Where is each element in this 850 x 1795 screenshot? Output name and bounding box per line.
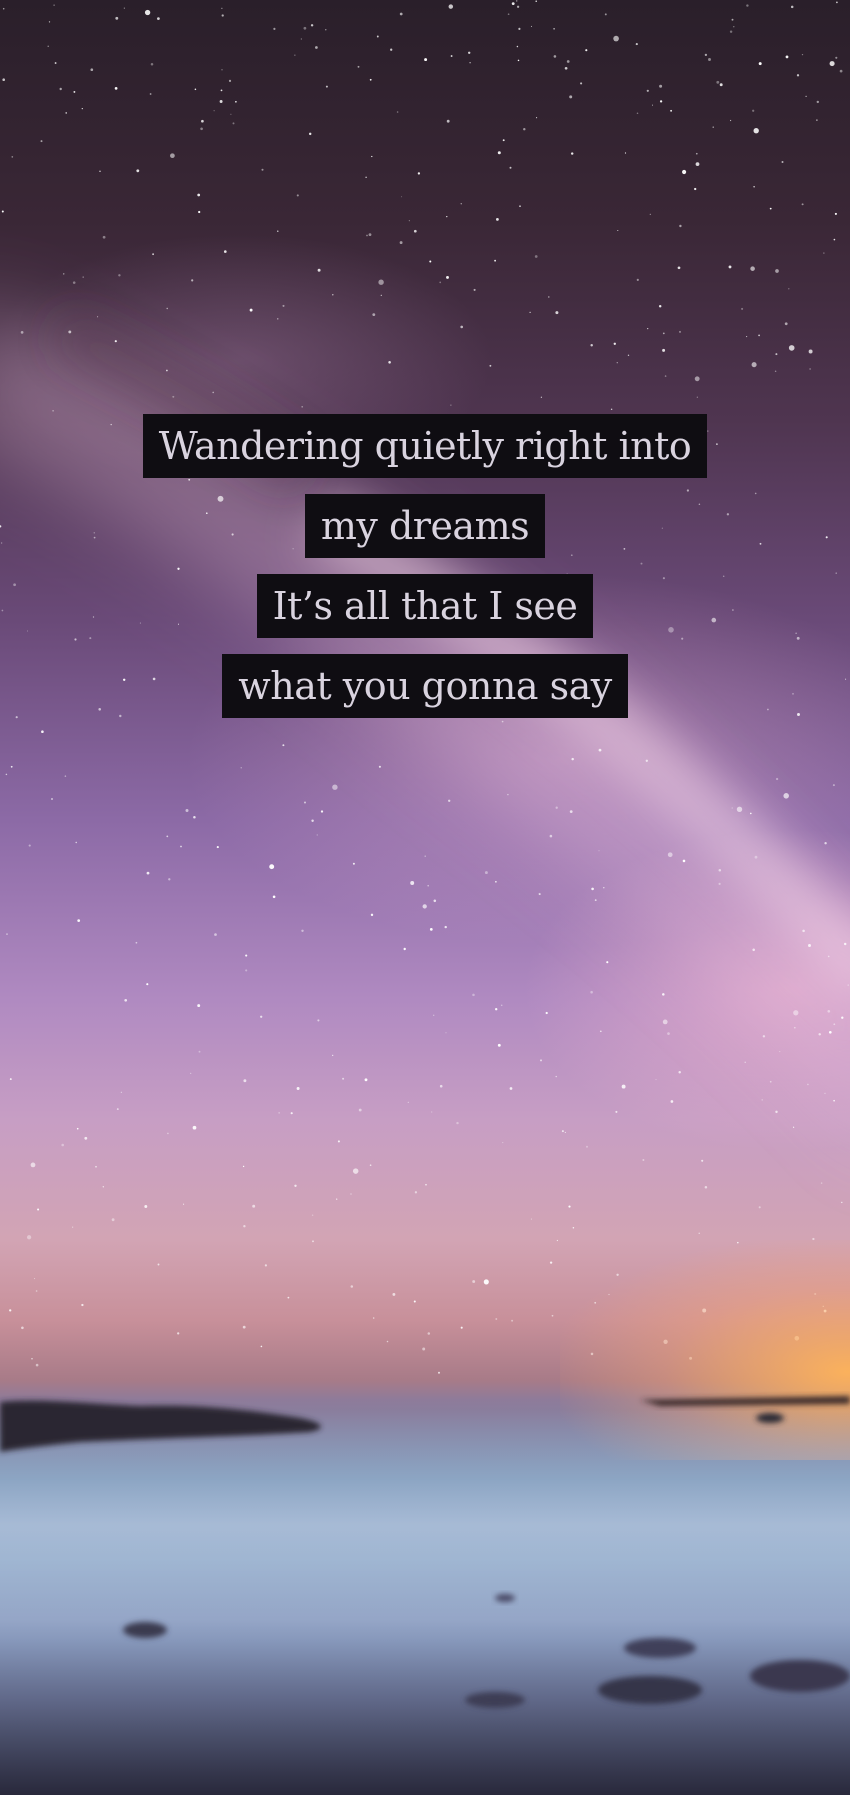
lyric-line-1: Wandering quietly right into bbox=[142, 414, 708, 478]
night-sky-background: Wandering quietly right into my dreams I… bbox=[0, 0, 850, 1795]
shoreline-rocks bbox=[0, 1396, 850, 1708]
misty-sea bbox=[0, 1410, 850, 1795]
lyric-line-4: what you gonna say bbox=[222, 654, 628, 718]
lyric-line-3: It’s all that I see bbox=[256, 574, 594, 638]
milky-way-band bbox=[0, 312, 850, 1106]
lyrics-block: Wandering quietly right into my dreams I… bbox=[0, 414, 850, 718]
lyric-line-2: my dreams bbox=[304, 494, 546, 558]
horizon-sunset-glow bbox=[560, 1240, 850, 1460]
